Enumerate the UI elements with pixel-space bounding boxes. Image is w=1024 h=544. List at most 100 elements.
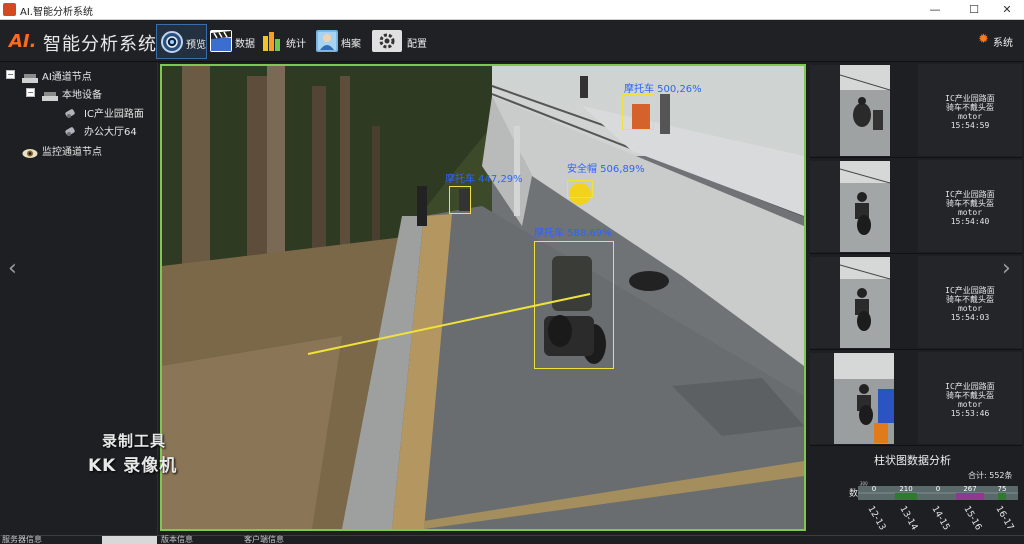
stats-label: 统计: [286, 39, 306, 50]
alarm-record[interactable]: IC产业园路面 骑车不戴头盔 motor 15:54:40: [810, 160, 1022, 254]
x-tick-label: 12-13: [865, 505, 887, 533]
brand-logo: AI.: [9, 31, 37, 52]
x-tick-label: 16-17: [993, 505, 1015, 533]
bar-value-label: 75: [998, 485, 1007, 493]
tree-collapse-toggle[interactable]: −: [26, 88, 35, 97]
x-tick-label: 14-15: [929, 505, 951, 533]
bar-chart: 数3002001000012-1321013-14014-1526715-167…: [849, 481, 1018, 533]
preview-button[interactable]: 预览: [156, 24, 207, 59]
chart-bar: [998, 493, 1006, 500]
chart-title: 柱状图数据分析: [874, 454, 951, 467]
x-tick-label: 13-14: [897, 505, 919, 533]
archive-label: 档案: [341, 39, 361, 50]
tree-label: 本地设备: [62, 90, 102, 101]
camera-icon: [64, 124, 78, 138]
bar-value-label: 210: [899, 485, 912, 493]
bar-chart-icon: [261, 30, 283, 52]
tree-label: 办公大厅64: [84, 127, 137, 138]
detection-box: [449, 186, 471, 214]
alarm-time: 15:54:59: [950, 121, 990, 130]
detection-label: 摩托车 500,26%: [624, 84, 702, 95]
alarm-location: IC产业园路面: [945, 190, 995, 199]
next-arrow-button[interactable]: ›: [1002, 256, 1011, 281]
tree-node-local-device[interactable]: − 本地设备: [26, 85, 156, 101]
alarm-thumbnail[interactable]: [840, 161, 890, 252]
tree-label: 监控通道节点: [42, 147, 102, 158]
recorder-watermark: 录制工具: [102, 432, 167, 450]
tree-label: IC产业园路面: [84, 109, 144, 120]
alarm-event: 骑车不戴头盔: [946, 103, 994, 112]
title-bar: AI.智能分析系统 — ☐ ✕: [0, 0, 1024, 20]
alarm-thumbnail[interactable]: [840, 65, 890, 156]
close-button[interactable]: ✕: [990, 0, 1024, 20]
id-card-icon: [316, 30, 338, 52]
y-axis-label: 数: [849, 487, 858, 499]
tree-node-ai-channel[interactable]: − AI通道节点: [6, 67, 156, 83]
config-label: 配置: [407, 39, 427, 50]
chart-bar: [955, 493, 985, 500]
toolbar: AI. 智能分析系统 预览 数据 统计 档案 配置 ✹ 系统: [0, 21, 1024, 62]
alarm-thumbnail[interactable]: [834, 353, 894, 444]
alarm-type: motor: [957, 304, 983, 313]
config-button[interactable]: 配置: [371, 24, 427, 59]
detection-box: [534, 241, 614, 369]
alarm-info: IC产业园路面 骑车不戴头盔 motor 15:54:59: [918, 64, 1022, 156]
bar-value-label: 267: [963, 485, 976, 493]
eye-icon: [22, 144, 38, 158]
camera-icon: [64, 106, 78, 120]
thumb-frame: [810, 161, 840, 252]
alarm-info: IC产业园路面 骑车不戴头盔 motor 15:53:46: [918, 352, 1022, 444]
chart-bar: [894, 493, 918, 500]
brand-name: 智能分析系统: [43, 34, 157, 55]
alarm-record[interactable]: IC产业园路面 骑车不戴头盔 motor 15:53:46: [810, 352, 1022, 446]
alarm-info: IC产业园路面 骑车不戴头盔 motor 15:54:40: [918, 160, 1022, 252]
maximize-button[interactable]: ☐: [957, 0, 991, 20]
alarm-type: motor: [957, 400, 983, 409]
camera-lens-icon: [161, 31, 183, 53]
tree-node-monitor-channel[interactable]: 监控通道节点: [22, 142, 156, 158]
detection-label: 安全帽 506,89%: [567, 164, 645, 175]
server-icon: [22, 69, 38, 83]
alarm-event: 骑车不戴头盔: [946, 199, 994, 208]
tree-node-camera-ic-park[interactable]: IC产业园路面: [64, 104, 158, 120]
alarm-location: IC产业园路面: [945, 286, 995, 295]
tree-collapse-toggle[interactable]: −: [6, 70, 15, 79]
gear-icon: [372, 30, 402, 52]
archive-button[interactable]: 档案: [312, 24, 364, 59]
detection-box: [567, 180, 593, 198]
minimize-button[interactable]: —: [918, 0, 952, 20]
detection-box: [622, 94, 654, 130]
alarm-event: 骑车不戴头盔: [946, 391, 994, 400]
alarm-record[interactable]: IC产业园路面 骑车不戴头盔 motor 15:54:03: [810, 256, 1022, 350]
server-icon: [42, 87, 58, 101]
alarm-time: 15:54:40: [950, 217, 990, 226]
detection-label: 摩托车 447,29%: [445, 174, 523, 185]
system-label: 系统: [993, 38, 1013, 49]
recorder-watermark: KK 录像机: [88, 456, 178, 476]
bar-value-label: 0: [936, 485, 940, 493]
alarm-time: 15:54:03: [950, 313, 990, 322]
camera-scene: [162, 66, 804, 529]
video-preview[interactable]: 摩托车 447,29% 摩托车 500,26% 安全帽 506,89% 摩托车 …: [160, 64, 806, 531]
thumb-frame: [810, 257, 840, 348]
x-tick-label: 15-16: [961, 505, 983, 533]
bar-value-label: 0: [872, 485, 876, 493]
alarm-type: motor: [957, 112, 983, 121]
window-title: AI.智能分析系统: [20, 7, 93, 18]
preview-label: 预览: [186, 40, 206, 51]
system-button[interactable]: ✹ 系统: [978, 33, 1016, 49]
thumb-frame: [810, 65, 840, 156]
stats-button[interactable]: 统计: [257, 24, 307, 59]
app-icon: [3, 3, 16, 16]
alarm-type: motor: [957, 208, 983, 217]
prev-arrow-button[interactable]: ‹: [8, 256, 17, 281]
alarm-record[interactable]: IC产业园路面 骑车不戴头盔 motor 15:54:59: [810, 64, 1022, 158]
data-button[interactable]: 数据: [206, 24, 256, 59]
film-clapper-icon: [210, 30, 232, 52]
alarm-location: IC产业园路面: [945, 94, 995, 103]
alarm-time: 15:53:46: [950, 409, 990, 418]
alarm-thumbnail[interactable]: [840, 257, 890, 348]
tree-node-camera-office-hall[interactable]: 办公大厅64: [64, 122, 158, 138]
data-label: 数据: [235, 39, 255, 50]
detection-label: 摩托车 588,69%: [534, 228, 612, 239]
